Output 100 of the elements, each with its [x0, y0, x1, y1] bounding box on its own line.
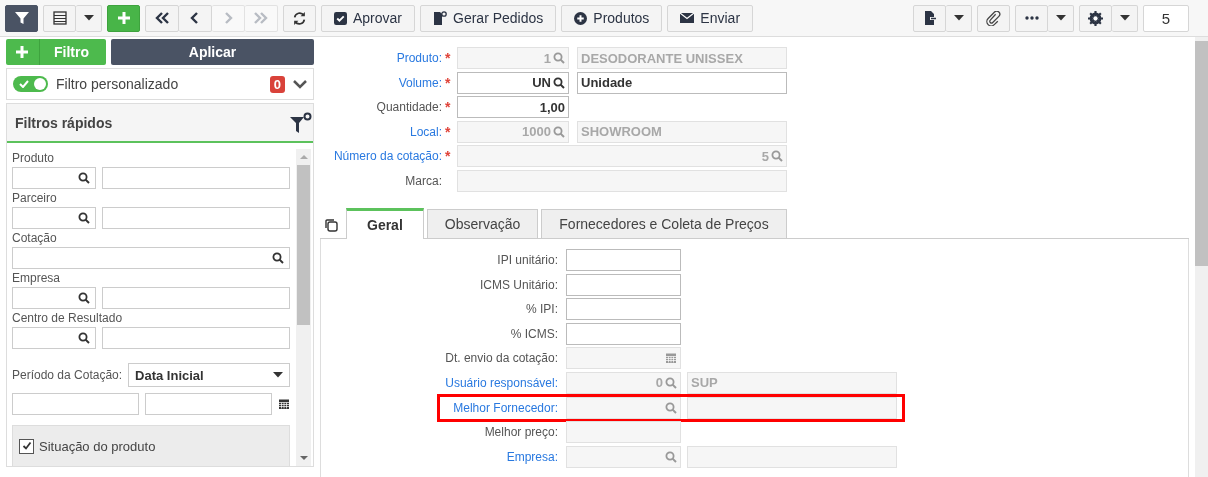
settings-dropdown-button[interactable] [1112, 4, 1138, 32]
search-icon[interactable] [272, 252, 284, 264]
start-date-field[interactable] [12, 393, 139, 415]
refresh-button[interactable] [283, 4, 316, 32]
filter-label: Parceiro [12, 191, 58, 205]
export-dropdown-button[interactable] [946, 4, 972, 32]
attachment-button[interactable] [977, 4, 1010, 32]
field-label: Marca: [404, 173, 442, 188]
field-label[interactable]: Empresa: [440, 449, 558, 464]
field-label[interactable]: Melhor Fornecedor: [440, 400, 558, 415]
filter-toggle-button[interactable] [5, 4, 38, 32]
caret-icon [273, 372, 283, 378]
description-field[interactable] [687, 445, 897, 468]
text-field[interactable] [566, 322, 681, 345]
field-label[interactable]: Local: [320, 124, 442, 139]
description-field[interactable] [102, 167, 290, 189]
apply-button[interactable]: Aplicar [111, 39, 314, 65]
plus-icon [15, 45, 29, 59]
description-field[interactable] [687, 396, 897, 419]
field-label: IPI unitário: [496, 253, 558, 267]
chevron-down-icon[interactable] [293, 79, 307, 89]
tab[interactable]: Fornecedores e Coleta de Preços [541, 209, 787, 238]
description-field[interactable]: Unidade [577, 71, 787, 94]
filter-settings-icon[interactable] [290, 111, 312, 134]
required-mark: * [445, 50, 451, 67]
search-icon[interactable] [78, 292, 90, 304]
tab[interactable]: Geral [346, 208, 424, 239]
action-button[interactable]: Gerar Pedidos [420, 4, 557, 32]
code-field[interactable]: UN [457, 71, 569, 94]
scrollbar[interactable] [296, 149, 311, 466]
first-record-button[interactable] [145, 4, 179, 32]
more-icon [1024, 16, 1039, 20]
filter-label: Centro de Resultado [12, 311, 124, 325]
filter-icon [14, 11, 29, 25]
filter-count-badge: 0 [269, 75, 285, 93]
action-button[interactable]: Enviar [667, 4, 754, 32]
settings-icon [1088, 10, 1103, 26]
filter-label: Empresa [12, 271, 62, 285]
search-field[interactable] [12, 247, 290, 269]
caret-icon [1055, 15, 1066, 21]
paperclip-icon [986, 10, 1001, 26]
view-dropdown-button[interactable] [76, 4, 102, 32]
text-field[interactable] [457, 169, 787, 192]
required-mark: * [445, 74, 451, 91]
date-field[interactable] [566, 347, 681, 370]
code-field[interactable] [566, 445, 681, 468]
tab[interactable]: Observação [426, 209, 539, 238]
field-label[interactable]: Número da cotação: [320, 149, 442, 164]
previous-record-button[interactable] [179, 4, 212, 32]
text-field[interactable] [566, 273, 681, 296]
field-label: Quantidade: [375, 100, 442, 115]
plus-icon [116, 11, 131, 25]
check-icon [19, 80, 29, 88]
caret-icon [83, 15, 94, 21]
add-filter-button[interactable]: Filtro [6, 39, 106, 65]
search-icon[interactable] [78, 212, 90, 224]
text-field[interactable] [566, 421, 681, 444]
description-field[interactable] [102, 327, 290, 349]
action-button[interactable]: Produtos [561, 4, 663, 32]
scrollbar[interactable] [1195, 37, 1208, 477]
filter-label: Cotação [12, 231, 58, 245]
add-button[interactable] [107, 4, 140, 32]
double-left-icon [154, 11, 170, 25]
grid-view-button[interactable] [43, 4, 76, 32]
action-button[interactable]: Aprovar [321, 4, 416, 32]
code-field[interactable] [566, 396, 681, 419]
plus-circle-icon [574, 11, 588, 25]
field-label: Dt. envio da cotação: [444, 351, 558, 366]
end-date-field[interactable] [145, 393, 272, 415]
code-field[interactable] [12, 207, 96, 229]
code-field[interactable] [12, 287, 96, 309]
envelope-icon [680, 13, 695, 23]
field-label: Melhor preço: [483, 425, 558, 440]
description-field[interactable] [102, 287, 290, 309]
calendar-icon[interactable] [278, 398, 290, 410]
text-field[interactable] [566, 298, 681, 321]
code-field[interactable] [12, 167, 96, 189]
field-label[interactable]: Volume: [320, 75, 442, 90]
field-label[interactable]: Usuário responsável: [440, 375, 558, 390]
refresh-icon [292, 10, 307, 26]
search-icon[interactable] [553, 76, 565, 89]
toggle-switch[interactable] [13, 76, 48, 92]
checkbox[interactable] [19, 438, 34, 454]
period-label: Período da Cotação: [12, 368, 123, 382]
export-button[interactable] [913, 4, 946, 32]
field-label[interactable]: Produto: [320, 51, 442, 66]
settings-button[interactable] [1079, 4, 1112, 32]
quantity-field[interactable]: 1,00 [457, 96, 569, 119]
quick-filters-title: Filtros rápidos [15, 114, 113, 131]
code-field[interactable] [12, 327, 96, 349]
copy-icon[interactable] [324, 218, 338, 232]
text-field[interactable] [566, 249, 681, 271]
record-count: 5 [1143, 4, 1189, 32]
more-dropdown-button[interactable] [1048, 4, 1074, 32]
period-select[interactable]: Data Inicial [128, 363, 290, 387]
field-label: ICMS Unitário: [478, 277, 558, 292]
description-field[interactable] [102, 207, 290, 229]
required-mark: * [445, 99, 451, 116]
search-icon[interactable] [78, 332, 90, 344]
search-icon[interactable] [78, 172, 90, 184]
